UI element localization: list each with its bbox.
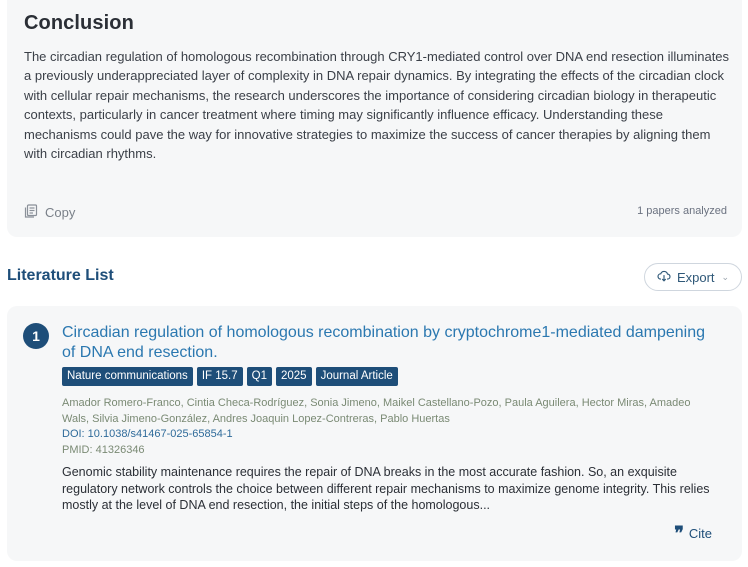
paper-authors: Amador Romero-Franco, Cintia Checa-Rodrí… (62, 397, 691, 425)
export-label: Export (676, 269, 715, 285)
journal-tag: Nature communications (62, 367, 193, 386)
paper-abstract: Genomic stability maintenance requires t… (62, 465, 710, 512)
quartile-tag: Q1 (246, 367, 272, 386)
copy-button[interactable]: Copy (23, 201, 75, 223)
quote-icon: ❞ (674, 522, 684, 544)
copy-icon (23, 203, 39, 222)
paper-pmid: PMID: 41326346 (62, 444, 145, 456)
cite-label: Cite (688, 526, 712, 541)
paper-index-badge: 1 (23, 323, 49, 349)
paper-card: 1 Circadian regulation of homologous rec… (7, 306, 742, 561)
article-type-tag: Journal Article (315, 367, 398, 386)
cite-button[interactable]: ❞ Cite (674, 522, 712, 544)
paper-tags: Nature communications IF 15.7 Q1 2025 Jo… (62, 367, 398, 386)
chevron-down-icon: ⌄ (721, 271, 730, 282)
conclusion-body: The circadian regulation of homologous r… (24, 49, 730, 162)
paper-doi-link[interactable]: DOI: 10.1038/s41467-025-65854-1 (62, 428, 233, 440)
papers-analyzed-count: 1 papers analyzed (637, 205, 727, 217)
paper-title-link[interactable]: Circadian regulation of homologous recom… (62, 323, 722, 363)
conclusion-card: Conclusion The circadian regulation of h… (7, 0, 742, 237)
cloud-download-icon (657, 269, 671, 286)
copy-label: Copy (45, 204, 76, 220)
year-tag: 2025 (275, 367, 312, 386)
conclusion-title: Conclusion (24, 12, 134, 34)
export-button[interactable]: Export ⌄ (644, 263, 742, 291)
impact-factor-tag: IF 15.7 (196, 367, 243, 386)
literature-list-header: Literature List (7, 267, 114, 284)
